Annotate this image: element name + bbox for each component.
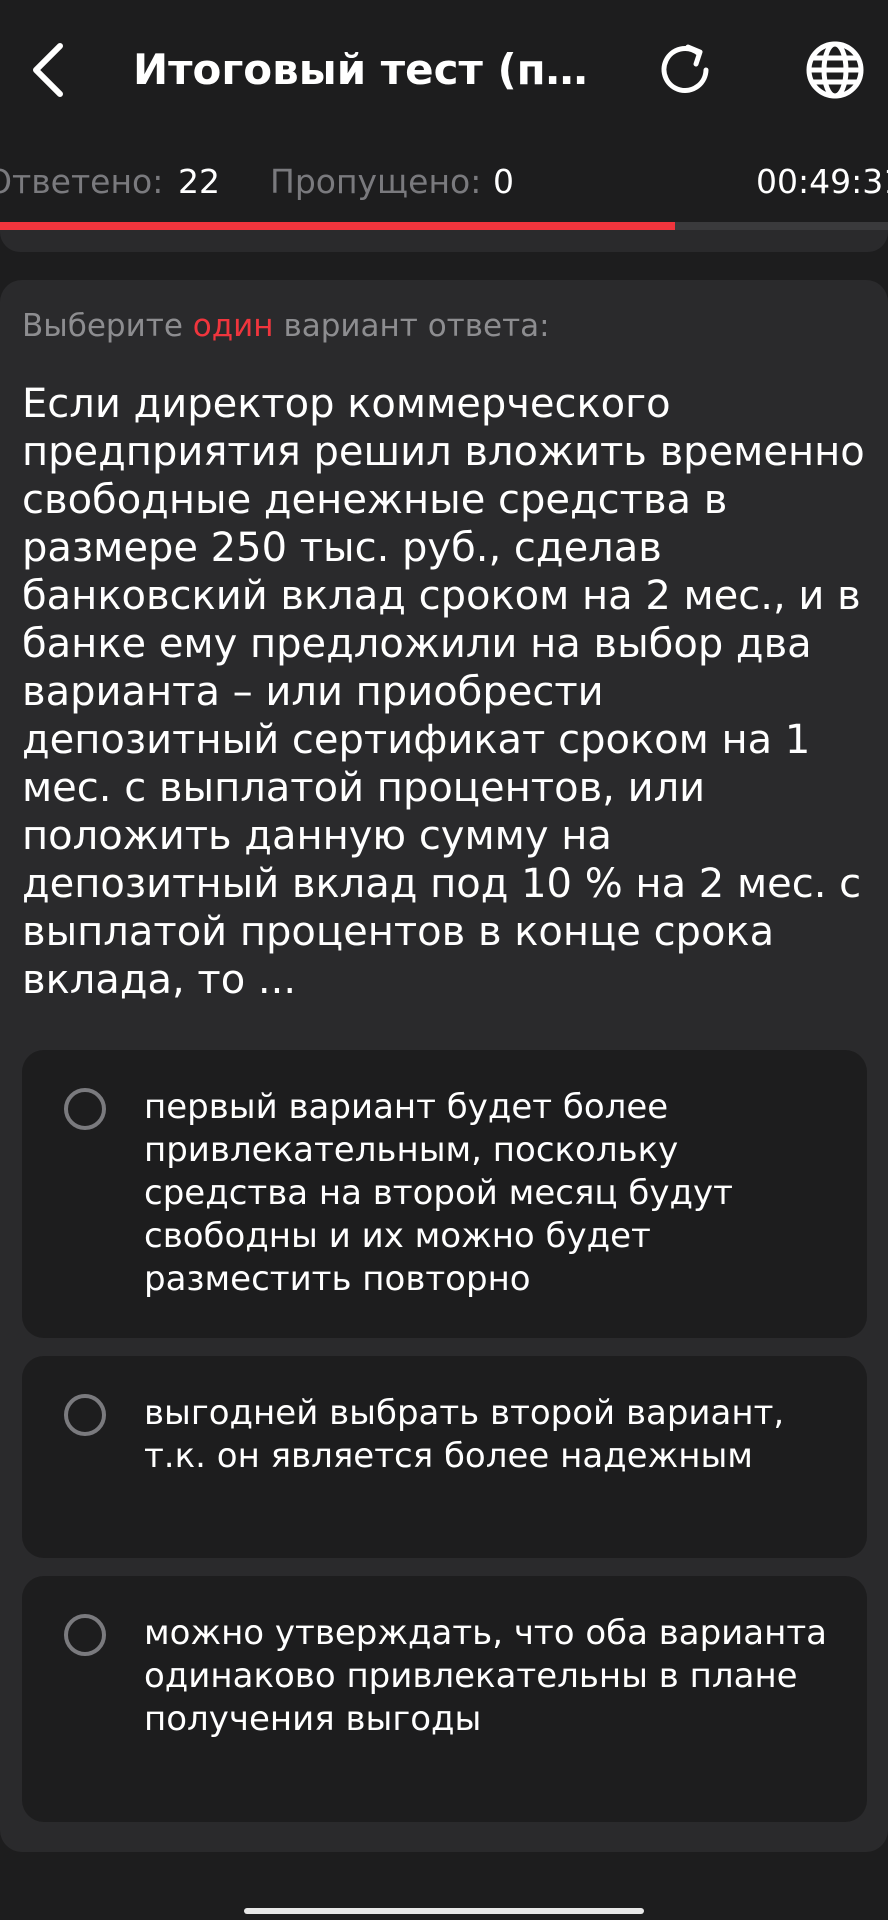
question-text: Если директор коммерческого предприятия …	[22, 381, 865, 1003]
answer-option[interactable]: первый вариант будет более привлекательн…	[22, 1050, 867, 1338]
refresh-button[interactable]	[645, 30, 725, 110]
app-bar: Итоговый тест (пе...	[0, 0, 888, 140]
answer-option-text: выгодней выбрать второй вариант, т.к. он…	[144, 1393, 785, 1476]
page-title: Итоговый тест (пе...	[133, 45, 603, 94]
instruction-prefix: Выберите	[22, 308, 183, 344]
timer: 00:49:31	[756, 162, 888, 201]
back-button[interactable]	[18, 30, 78, 110]
radio-button[interactable]	[64, 1614, 106, 1656]
question-card: Выберите один вариант ответа: Если дирек…	[0, 280, 888, 1852]
progress-card	[0, 222, 888, 252]
radio-button[interactable]	[64, 1394, 106, 1436]
answered-label: Ответено:	[0, 162, 164, 201]
globe-icon	[806, 41, 864, 99]
question-instruction: Выберите один вариант ответа:	[22, 308, 550, 344]
answered-count: 22	[178, 162, 220, 201]
instruction-suffix: вариант ответа:	[283, 308, 550, 344]
answer-option-text: первый вариант будет более привлекательн…	[144, 1087, 733, 1299]
answer-option-text: можно утверждать, что оба варианта одина…	[144, 1613, 827, 1739]
test-stats-bar: Ответено: 22 Пропущено: 0 00:49:31	[0, 140, 888, 230]
language-button[interactable]	[795, 30, 875, 110]
instruction-accent: один	[192, 308, 274, 344]
answer-option[interactable]: можно утверждать, что оба варианта одина…	[22, 1576, 867, 1822]
chevron-left-icon	[33, 43, 63, 97]
skipped-label: Пропущено:	[270, 162, 482, 201]
answer-option[interactable]: выгодней выбрать второй вариант, т.к. он…	[22, 1356, 867, 1558]
skipped-count: 0	[493, 162, 514, 201]
progress-fill	[0, 222, 675, 230]
radio-button[interactable]	[64, 1088, 106, 1130]
home-indicator	[244, 1908, 644, 1914]
refresh-icon	[661, 44, 709, 93]
